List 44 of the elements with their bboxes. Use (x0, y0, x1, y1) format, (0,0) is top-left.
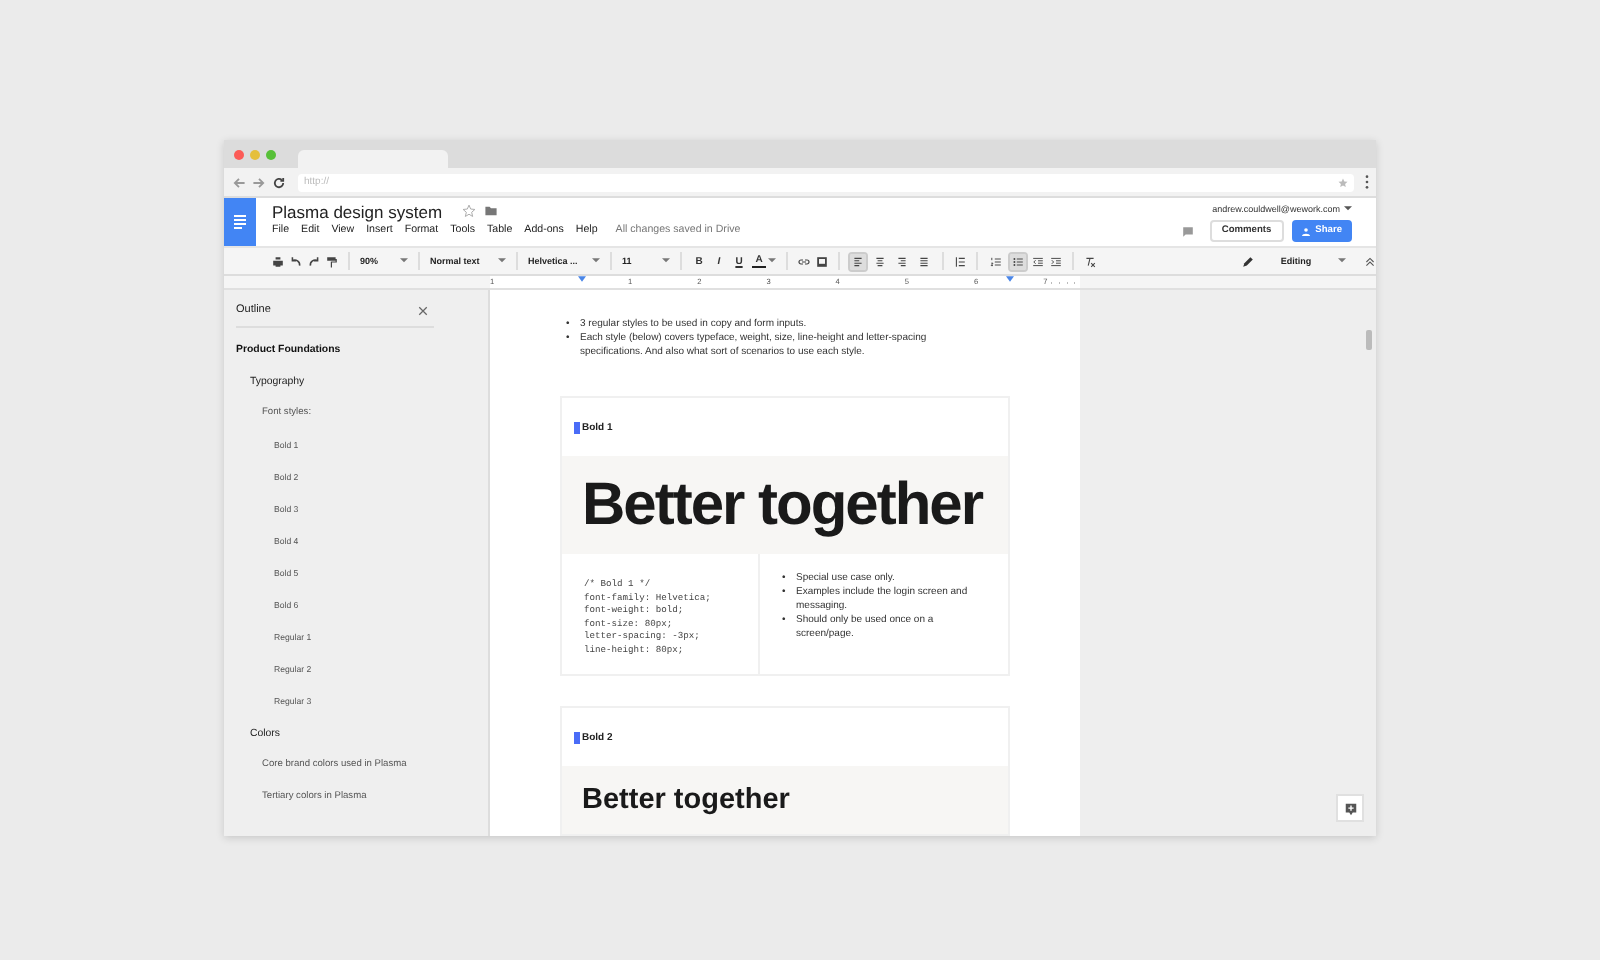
image-icon[interactable] (816, 255, 828, 267)
back-icon[interactable] (232, 175, 246, 189)
bookmark-icon[interactable] (574, 731, 580, 743)
increase-indent-icon[interactable] (1050, 255, 1062, 267)
print-icon[interactable] (272, 255, 284, 267)
caret-icon (662, 258, 670, 264)
explore-button[interactable] (1336, 794, 1364, 822)
align-icon[interactable] (872, 253, 888, 269)
caret-icon (498, 258, 506, 264)
caret-icon (1344, 206, 1352, 212)
align-icon[interactable] (894, 253, 910, 269)
clear-formatting-icon[interactable] (1084, 255, 1096, 267)
person-icon (1301, 227, 1312, 235)
star-icon[interactable] (1338, 177, 1348, 187)
caret-icon[interactable] (768, 258, 776, 264)
document-title[interactable]: Plasma design system (272, 201, 443, 221)
decrease-indent-icon[interactable] (1032, 255, 1044, 267)
align-icon[interactable] (850, 253, 866, 269)
star-icon[interactable] (462, 204, 477, 218)
reload-icon[interactable] (272, 175, 286, 189)
explore-icon (1343, 801, 1357, 815)
bookmark-icon[interactable] (574, 421, 580, 433)
collapse-icon[interactable] (1364, 255, 1376, 267)
caret-icon (592, 258, 600, 264)
more-icon[interactable] (1364, 174, 1370, 190)
redo-icon[interactable] (308, 255, 320, 267)
sample-text: Better together (582, 784, 790, 816)
sample-text: Better together (582, 471, 983, 539)
comment-icon[interactable] (1181, 225, 1194, 237)
caret-icon (400, 258, 408, 264)
paint-format-icon[interactable] (326, 255, 338, 267)
line-spacing-icon[interactable] (954, 255, 966, 267)
scrollbar-thumb[interactable] (1366, 330, 1372, 350)
bulleted-list-icon[interactable] (1010, 253, 1026, 269)
align-icon[interactable] (916, 253, 932, 269)
forward-icon[interactable] (252, 175, 266, 189)
numbered-list-icon[interactable] (988, 253, 1004, 269)
link-icon[interactable] (798, 255, 810, 267)
close-icon[interactable] (418, 305, 428, 315)
pencil-icon (1242, 255, 1254, 267)
folder-icon[interactable] (484, 204, 499, 218)
caret-icon (1338, 258, 1346, 264)
undo-icon[interactable] (290, 255, 302, 267)
docs-logo-icon[interactable] (224, 198, 256, 246)
